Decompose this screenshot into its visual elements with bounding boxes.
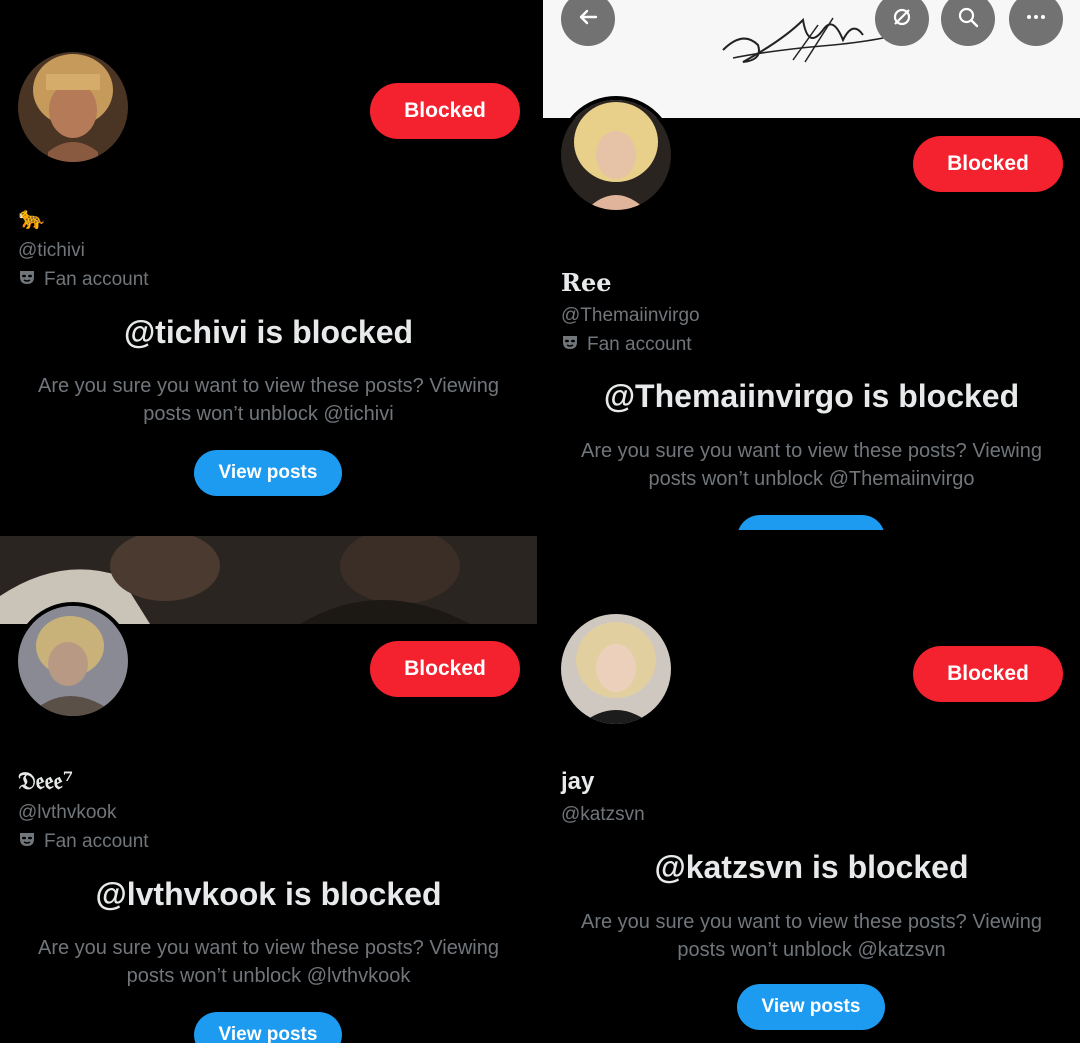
blocked-profile-panel-4: Blocked jay @katzsvn @katzsvn is blocked…	[543, 536, 1080, 1043]
hide-icon	[890, 5, 914, 34]
blocked-title: @lvthvkook is blocked	[95, 876, 442, 912]
avatar[interactable]	[14, 602, 132, 720]
mask-icon	[18, 268, 36, 292]
blocked-button[interactable]: Blocked	[370, 641, 520, 697]
avatar[interactable]	[557, 96, 675, 214]
handle: @tichivi	[18, 240, 85, 261]
fan-account-text: Fan account	[44, 269, 149, 290]
fan-account-text: Fan account	[587, 334, 692, 355]
more-icon	[1024, 5, 1048, 34]
display-name: Ree	[561, 268, 612, 297]
fan-account-label: Fan account	[18, 830, 149, 854]
blocked-title: @Themaiinvirgo is blocked	[603, 378, 1020, 414]
mask-icon	[561, 333, 579, 357]
blocked-button[interactable]: Blocked	[913, 136, 1063, 192]
blocked-button[interactable]: Blocked	[370, 83, 520, 139]
handle: @lvthvkook	[18, 802, 117, 823]
blocked-message: Are you sure you want to view these post…	[38, 937, 499, 987]
search-icon	[956, 5, 980, 34]
blocked-profile-panel-1: Blocked 🐆 @tichivi Fan account @tichivi …	[0, 0, 537, 530]
view-posts-button[interactable]: View posts	[194, 450, 342, 496]
blocked-title: @katzsvn is blocked	[654, 849, 969, 885]
blocked-button[interactable]: Blocked	[913, 646, 1063, 702]
handle: @katzsvn	[561, 804, 645, 825]
fan-account-text: Fan account	[44, 831, 149, 852]
avatar[interactable]	[14, 48, 132, 166]
handle: @Themaiinvirgo	[561, 305, 700, 326]
display-name: 𝔇𝔢𝔢𝔢⁷	[18, 766, 74, 795]
view-posts-button[interactable]	[737, 515, 885, 530]
avatar[interactable]	[557, 610, 675, 728]
mask-icon	[18, 830, 36, 854]
display-name: 🐆	[18, 205, 46, 230]
blocked-profile-panel-3: Blocked 𝔇𝔢𝔢𝔢⁷ @lvthvkook Fan account @lv…	[0, 536, 537, 1043]
blocked-title: @tichivi is blocked	[123, 314, 414, 350]
blocked-message: Are you sure you want to view these post…	[38, 375, 499, 425]
blocked-message: Are you sure you want to view these post…	[581, 911, 1042, 961]
fan-account-label: Fan account	[18, 268, 149, 292]
view-posts-button[interactable]: View posts	[194, 1012, 342, 1043]
blocked-profile-panel-2: Blocked Ree @Themaiinvirgo Fan account @…	[543, 0, 1080, 530]
view-posts-button[interactable]: View posts	[737, 984, 885, 1030]
back-arrow-icon	[576, 5, 600, 34]
blocked-message: Are you sure you want to view these post…	[581, 440, 1042, 490]
display-name: jay	[561, 768, 595, 795]
fan-account-label: Fan account	[561, 333, 692, 357]
